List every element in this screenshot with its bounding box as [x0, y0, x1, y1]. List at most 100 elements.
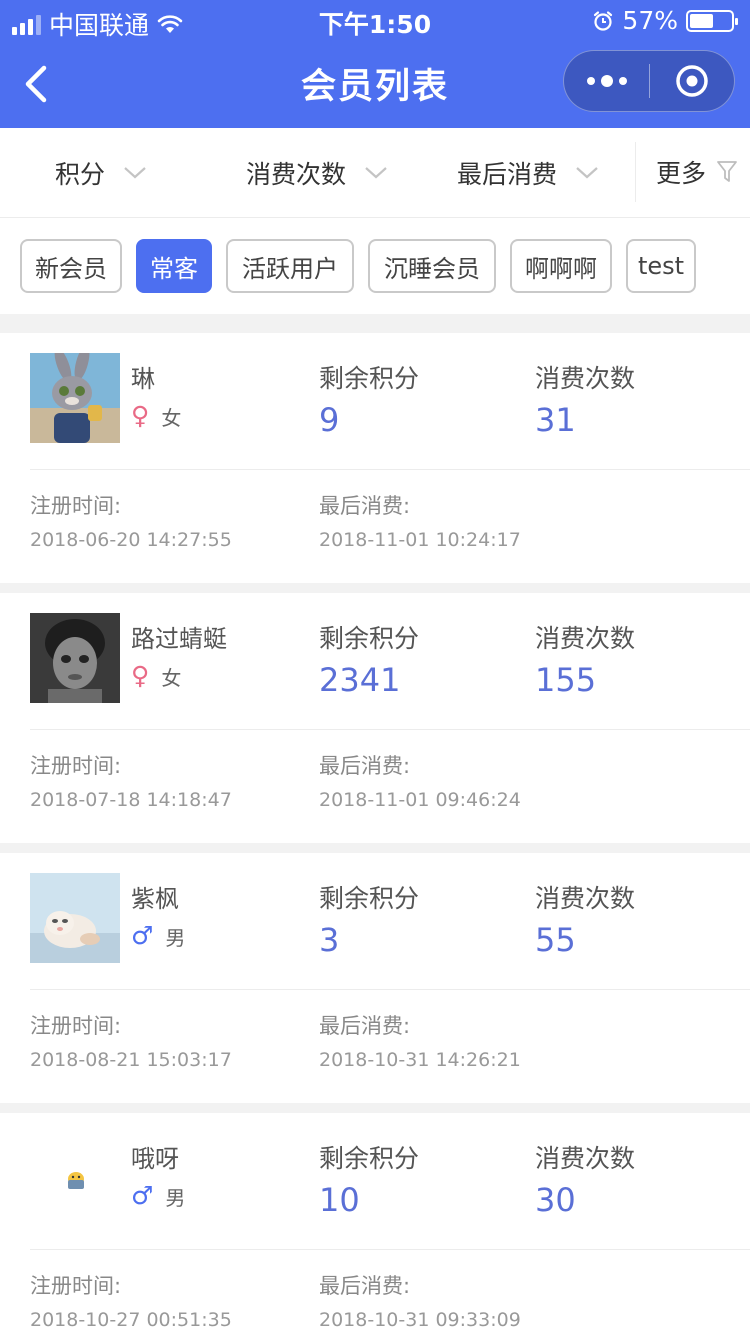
registered-label: 注册时间: [30, 494, 122, 518]
count-label: 消费次数 [535, 884, 636, 913]
tag-test[interactable]: test [626, 239, 696, 293]
funnel-icon [717, 161, 737, 182]
tag-bar: 新会员 常客 活跃用户 沉睡会员 啊啊啊 test [0, 219, 750, 314]
gender-text: 女 [161, 665, 182, 690]
last-consume-label: 最后消费: [319, 1274, 411, 1298]
chevron-down-icon [576, 167, 598, 179]
points-value: 2341 [319, 661, 401, 699]
last-consume-label: 最后消费: [319, 494, 411, 518]
member-name: 琳 [131, 365, 155, 393]
status-right: 57% [592, 6, 738, 35]
rabbit-cop-avatar [30, 353, 120, 443]
avatar [30, 873, 120, 963]
female-icon: ♀ [131, 401, 150, 430]
tag-regular-active[interactable]: 常客 [136, 239, 212, 293]
count-label: 消费次数 [535, 624, 636, 653]
registered-value: 2018-10-27 00:51:35 [30, 1309, 232, 1331]
member-name: 路过蜻蜓 [131, 625, 227, 653]
registered-value: 2018-08-21 15:03:17 [30, 1049, 232, 1071]
mini-program-capsule [563, 50, 735, 112]
member-name: 紫枫 [131, 885, 179, 913]
registered-value: 2018-06-20 14:27:55 [30, 529, 232, 551]
filter-points-label: 积分 [55, 160, 106, 189]
member-card[interactable]: 路过蜻蜓 ♀ 女 剩余积分 2341 消费次数 155 注册时间: 2018-0… [0, 593, 750, 843]
filter-bar: 积分 消费次数 最后消费 更多 [0, 128, 750, 218]
divider [30, 989, 750, 990]
divider [30, 729, 750, 730]
small-sticker-avatar [30, 1133, 120, 1223]
member-card[interactable]: 哦呀 ♂ 男 剩余积分 10 消费次数 30 注册时间: 2018-10-27 … [0, 1113, 750, 1334]
tag-active-user[interactable]: 活跃用户 [226, 239, 354, 293]
chevron-down-icon [365, 167, 387, 179]
registered-value: 2018-07-18 14:18:47 [30, 789, 232, 811]
last-consume-label: 最后消费: [319, 1014, 411, 1038]
nav-bar: 会员列表 [0, 42, 750, 128]
close-mini-program-button[interactable] [650, 50, 734, 112]
member-name: 哦呀 [131, 1145, 179, 1173]
divider [30, 469, 750, 470]
battery-level [690, 13, 713, 28]
count-label: 消费次数 [535, 1144, 636, 1173]
registered-label: 注册时间: [30, 1014, 122, 1038]
divider [30, 1249, 750, 1250]
points-value: 9 [319, 401, 340, 439]
battery-percent: 57% [622, 6, 678, 35]
tag-dormant[interactable]: 沉睡会员 [368, 239, 496, 293]
status-bar: 中国联通 下午1:50 57% [0, 0, 750, 42]
count-value: 31 [535, 401, 576, 439]
gender-badge: ♀ 女 [131, 401, 181, 431]
kitten-photo-avatar [30, 873, 120, 963]
child-photo-avatar [30, 613, 120, 703]
male-icon: ♂ [131, 921, 154, 950]
points-label: 剩余积分 [319, 364, 420, 393]
points-label: 剩余积分 [319, 1144, 420, 1173]
last-consume-value: 2018-10-31 14:26:21 [319, 1049, 521, 1071]
points-value: 3 [319, 921, 340, 959]
last-consume-value: 2018-11-01 10:24:17 [319, 529, 521, 551]
tag-custom[interactable]: 啊啊啊 [510, 239, 612, 293]
top-bar: 中国联通 下午1:50 57% 会员列表 [0, 0, 750, 128]
filter-count-label: 消费次数 [246, 160, 347, 189]
count-value: 155 [535, 661, 597, 699]
more-menu-button[interactable] [564, 50, 649, 112]
last-consume-value: 2018-10-31 09:33:09 [319, 1309, 521, 1331]
avatar [30, 613, 120, 703]
filter-last-label: 最后消费 [457, 160, 558, 189]
filter-more-button[interactable]: 更多 [635, 142, 750, 202]
section-gap [0, 583, 750, 593]
registered-label: 注册时间: [30, 1274, 122, 1298]
points-value: 10 [319, 1181, 360, 1219]
count-label: 消费次数 [535, 364, 636, 393]
section-gap [0, 843, 750, 853]
gender-text: 男 [165, 925, 186, 950]
member-card[interactable]: 琳 ♀ 女 剩余积分 9 消费次数 31 注册时间: 2018-06-20 14… [0, 333, 750, 583]
avatar [30, 353, 120, 443]
gender-badge: ♂ 男 [131, 1181, 185, 1211]
filter-points[interactable]: 积分 [55, 128, 147, 218]
last-consume-value: 2018-11-01 09:46:24 [319, 789, 521, 811]
avatar [30, 1133, 120, 1223]
gender-badge: ♂ 男 [131, 921, 185, 951]
count-value: 30 [535, 1181, 576, 1219]
gender-text: 女 [161, 405, 182, 430]
registered-label: 注册时间: [30, 754, 122, 778]
gender-badge: ♀ 女 [131, 661, 181, 691]
count-value: 55 [535, 921, 576, 959]
alarm-icon [594, 10, 613, 31]
member-card[interactable]: 紫枫 ♂ 男 剩余积分 3 消费次数 55 注册时间: 2018-08-21 1… [0, 853, 750, 1103]
tag-new-member[interactable]: 新会员 [20, 239, 122, 293]
filter-last-consume[interactable]: 最后消费 [457, 128, 599, 218]
gender-text: 男 [165, 1185, 186, 1210]
section-gap [0, 314, 750, 333]
points-label: 剩余积分 [319, 624, 420, 653]
chevron-down-icon [124, 167, 146, 179]
filter-count[interactable]: 消费次数 [246, 128, 388, 218]
male-icon: ♂ [131, 1181, 154, 1210]
target-icon [676, 65, 708, 97]
last-consume-label: 最后消费: [319, 754, 411, 778]
section-gap [0, 1103, 750, 1113]
points-label: 剩余积分 [319, 884, 420, 913]
filter-more-label: 更多 [656, 159, 707, 188]
battery-icon [686, 9, 738, 32]
female-icon: ♀ [131, 661, 150, 690]
